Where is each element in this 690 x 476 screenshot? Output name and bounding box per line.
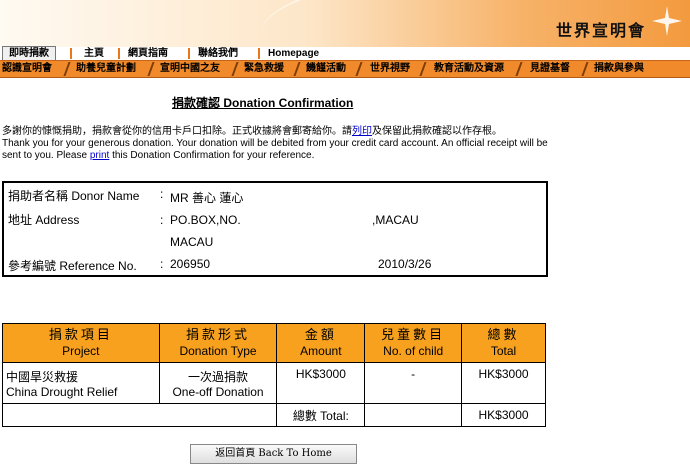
header-en: Total xyxy=(490,344,517,358)
star-icon xyxy=(652,6,682,36)
nav-divider xyxy=(231,62,239,76)
donor-info-box: 捐助者名稱 Donor Name : MR 善心 蓮心 地址 Address :… xyxy=(2,181,548,277)
back-to-home-button[interactable]: 返回首頁 Back To Home xyxy=(190,444,357,464)
nav-donate-now[interactable]: 即時捐款 xyxy=(2,46,56,61)
nav-divider xyxy=(355,62,363,76)
header-zh: 總數 xyxy=(487,327,520,342)
total-empty-cell xyxy=(364,403,463,427)
header-zh: 金額 xyxy=(304,327,337,342)
nav-divider xyxy=(147,62,155,76)
nav-item-emergency[interactable]: 緊急救援 xyxy=(244,61,284,77)
top-nav: 即時捐款 主頁 網頁指南 聯絡我們 Homepage xyxy=(0,46,690,61)
page-title: 捐款確認 Donation Confirmation xyxy=(172,96,354,110)
nav-separator xyxy=(70,48,72,59)
intro-text: 多謝你的慷慨捐助，捐款會從你的信用卡戶口扣除。正式收據將會郵寄給你。請列印及保留… xyxy=(2,126,562,162)
table-total-row: 總數 Total: HK$3000 xyxy=(1,403,546,427)
print-link-zh[interactable]: 列印 xyxy=(352,126,372,137)
main-nav: 認識宣明會 助養兒童計劃 宣明中國之友 緊急救援 饑饉活動 世界視野 教育活動及… xyxy=(0,60,690,78)
cell-project: 中國旱災救援 China Drought Relief xyxy=(2,362,160,404)
nav-site-guide[interactable]: 網頁指南 xyxy=(124,47,172,60)
nav-item-witness[interactable]: 見證基督 xyxy=(530,61,570,77)
nav-item-world-vision[interactable]: 世界視野 xyxy=(370,61,410,77)
nav-homepage[interactable]: Homepage xyxy=(264,47,323,60)
nav-divider xyxy=(63,62,71,76)
address-line2: MACAU xyxy=(170,235,214,249)
header-zh: 捐款形式 xyxy=(186,327,251,342)
nav-item-about[interactable]: 認識宣明會 xyxy=(2,61,52,77)
nav-divider xyxy=(293,62,301,76)
nav-divider xyxy=(419,62,427,76)
header-en: No. of child xyxy=(383,344,444,358)
donation-date: 2010/3/26 xyxy=(378,257,432,271)
nav-item-famine[interactable]: 饑饉活動 xyxy=(306,61,346,77)
nav-divider xyxy=(515,62,523,76)
colon: : xyxy=(160,213,164,227)
colon: : xyxy=(160,187,164,201)
address-label: 地址 Address xyxy=(8,213,80,227)
header-en: Amount xyxy=(300,344,342,358)
intro-en-part2: this Donation Confirmation for your refe… xyxy=(109,150,315,161)
cell-donation-type: 一次過捐款 One-off Donation xyxy=(158,362,278,404)
nav-contact-us[interactable]: 聯絡我們 xyxy=(194,47,242,60)
header-total: 總數 Total xyxy=(461,323,546,363)
header-children: 兒童數目 No. of child xyxy=(364,323,463,363)
address-city: ,MACAU xyxy=(372,213,419,227)
type-en: One-off Donation xyxy=(172,384,264,399)
header-amount: 金額 Amount xyxy=(276,323,366,363)
table-row: 中國旱災救援 China Drought Relief 一次過捐款 One-off … xyxy=(2,362,546,404)
reference-value: 206950 xyxy=(170,257,211,271)
donor-name-value: MR 善心 蓮心 xyxy=(170,191,244,205)
nav-item-donate-participate[interactable]: 捐款與參與 xyxy=(594,61,644,77)
site-logo[interactable]: 世界宣明會 xyxy=(556,17,646,41)
total-empty-cell xyxy=(1,403,278,427)
nav-home-zh[interactable]: 主頁 xyxy=(80,47,108,60)
nav-separator xyxy=(188,48,190,59)
total-value: HK$3000 xyxy=(461,403,546,427)
site-header: 世界宣明會 xyxy=(0,0,690,48)
cell-amount: HK$3000 xyxy=(276,362,366,404)
intro-english: Thank you for your generous donation. Yo… xyxy=(2,138,562,162)
header-project: 捐款項目 Project xyxy=(2,323,160,363)
project-zh: 中國旱災救援 xyxy=(6,369,79,384)
header-donation-type: 捐款形式 Donation Type xyxy=(158,323,278,363)
intro-chinese: 多謝你的慷慨捐助，捐款會從你的信用卡戶口扣除。正式收據將會郵寄給你。請列印及保留… xyxy=(2,126,562,138)
intro-zh-part2: 及保留此捐款確認以作存根。 xyxy=(372,126,502,137)
nav-separator xyxy=(118,48,120,59)
header-en: Project xyxy=(62,344,100,358)
reference-label: 參考編號 Reference No. xyxy=(8,259,137,273)
nav-item-child-sponsorship[interactable]: 助養兒童計劃 xyxy=(76,61,136,77)
project-en: China Drought Relief xyxy=(6,384,118,399)
cell-children: - xyxy=(364,362,463,404)
type-zh: 一次過捐款 xyxy=(188,369,249,384)
print-link-en[interactable]: print xyxy=(90,150,109,161)
table-header-row: 捐款項目 Project 捐款形式 Donation Type 金額 Amount 兒… xyxy=(2,323,546,363)
header-en: Donation Type xyxy=(179,344,257,358)
header-zh: 捐款項目 xyxy=(48,327,113,342)
nav-item-education[interactable]: 教育活動及資源 xyxy=(434,61,504,77)
total-label: 總數 Total: xyxy=(276,403,366,427)
donation-table: 捐款項目 Project 捐款形式 Donation Type 金額 Amount 兒… xyxy=(1,323,546,427)
donor-name-label: 捐助者名稱 Donor Name xyxy=(8,189,140,203)
cell-total: HK$3000 xyxy=(461,362,546,404)
nav-divider xyxy=(581,62,589,76)
intro-zh-part1: 多謝你的慷慨捐助，捐款會從你的信用卡戶口扣除。正式收據將會郵寄給你。請 xyxy=(2,126,352,137)
nav-separator xyxy=(258,48,260,59)
nav-item-china-friends[interactable]: 宣明中國之友 xyxy=(160,61,220,77)
header-zh: 兒童數目 xyxy=(381,327,446,342)
address-line1: PO.BOX,NO. xyxy=(170,213,241,227)
header-swirl-decoration xyxy=(256,0,594,48)
colon: : xyxy=(160,257,164,271)
